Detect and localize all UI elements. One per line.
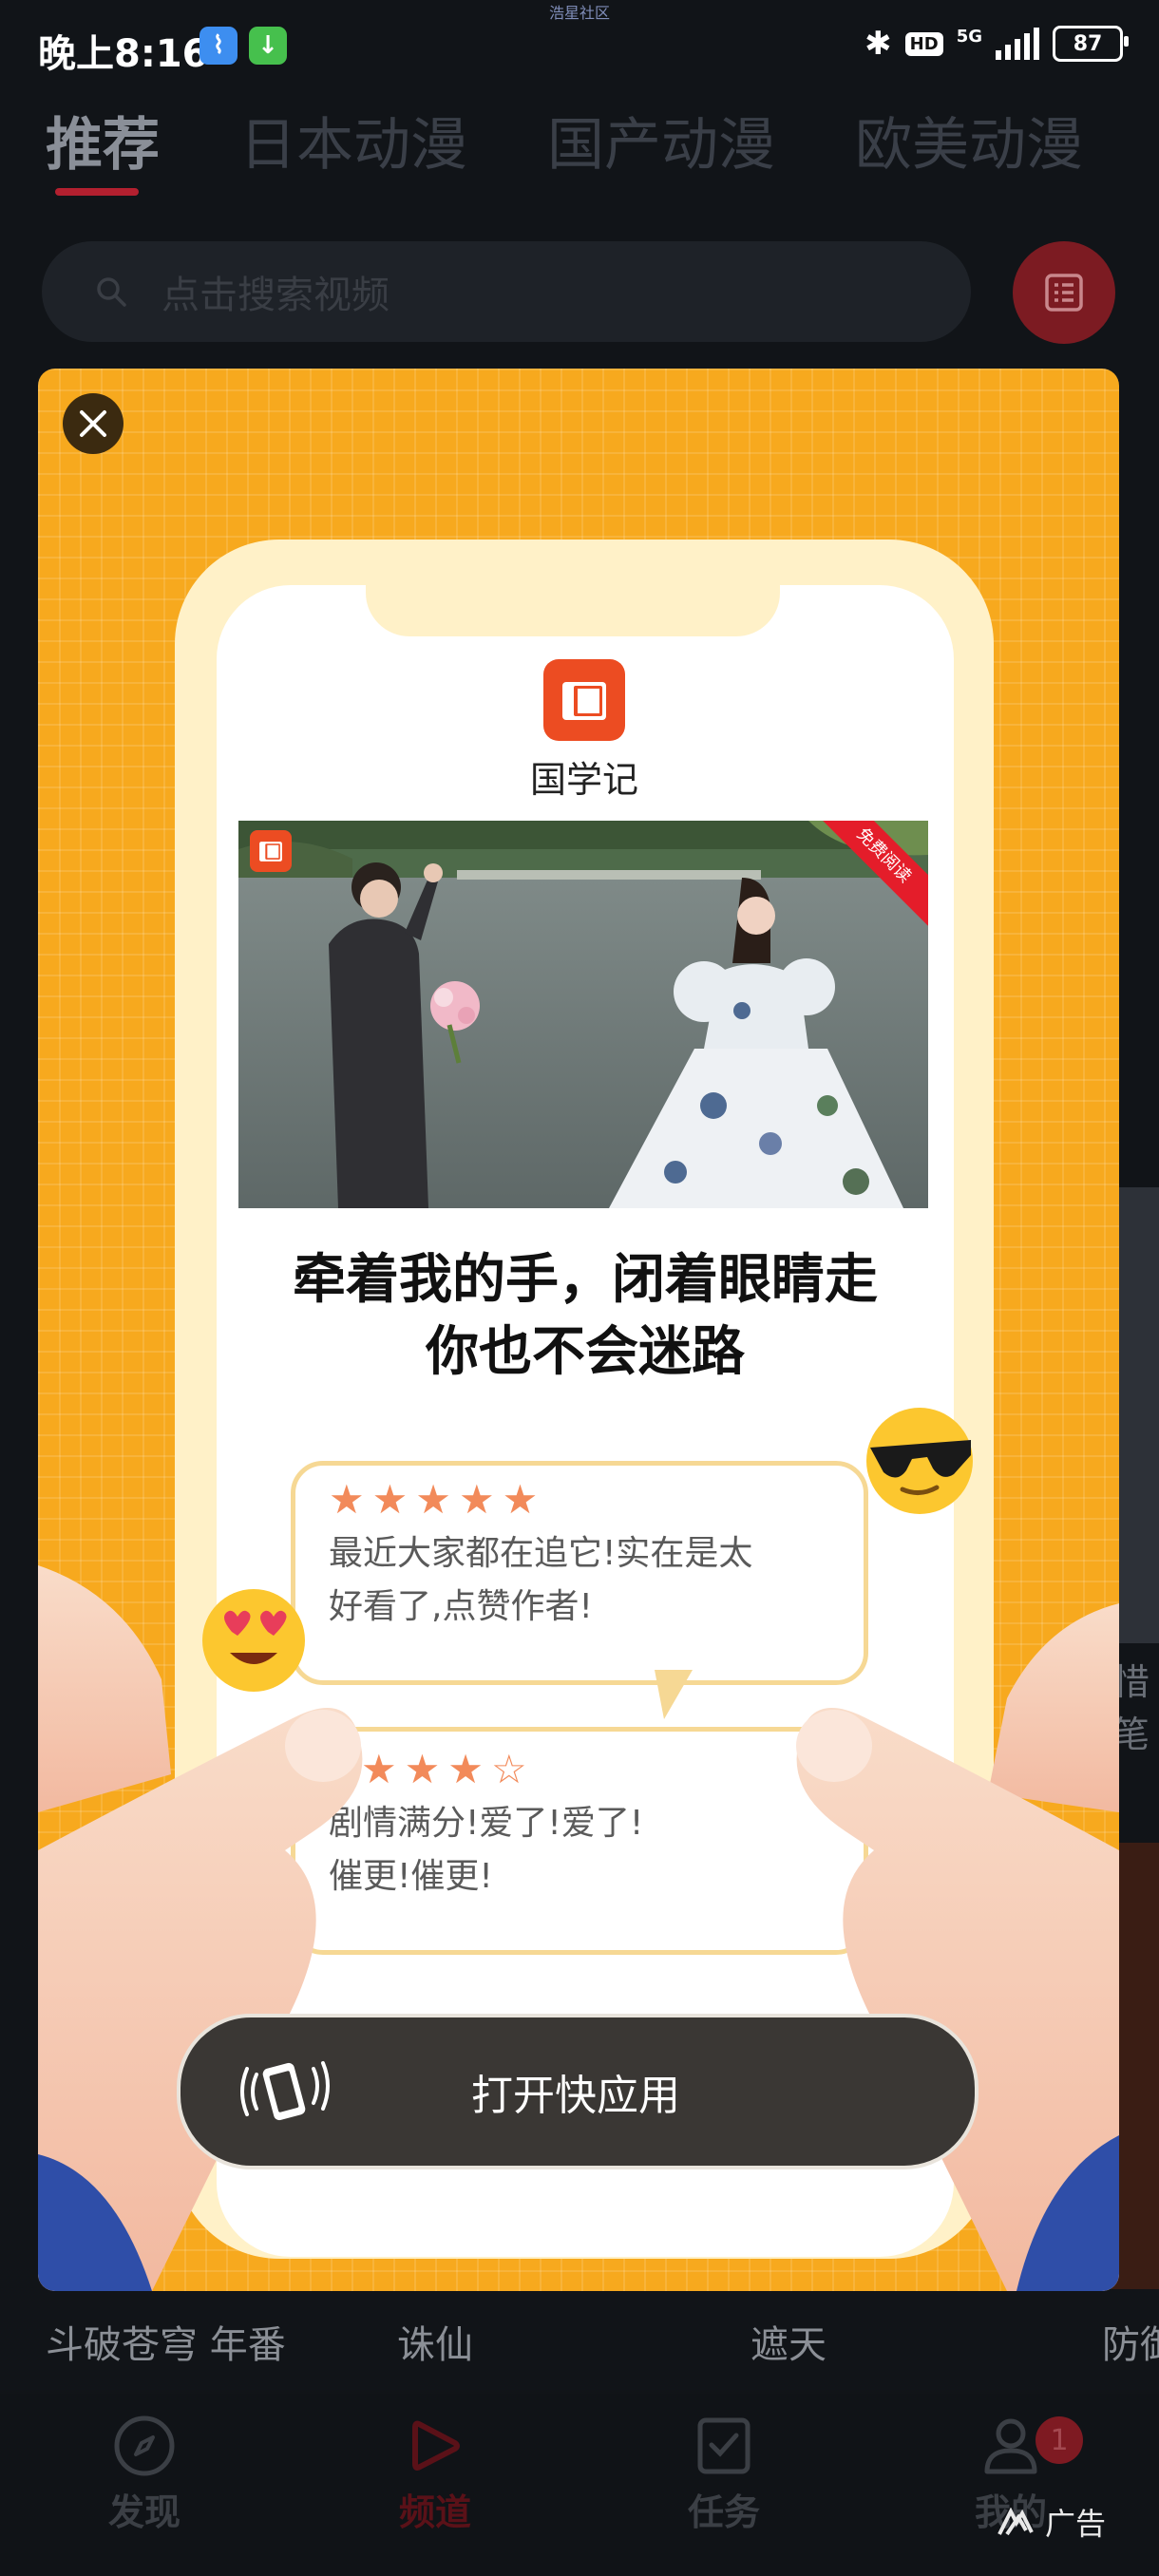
signal-icon xyxy=(996,28,1039,60)
hd-icon: HD xyxy=(904,31,943,56)
nav-channel[interactable]: 频道 xyxy=(359,2413,511,2535)
ad-app-name: 国学记 xyxy=(529,759,638,801)
task-icon xyxy=(697,2417,750,2474)
download-icon: ↓ xyxy=(249,27,287,65)
photo-app-logo-icon xyxy=(250,830,292,872)
nav-channel-label: 频道 xyxy=(398,2491,471,2533)
ad-photo: 免费阅读 xyxy=(238,821,928,1208)
video-title-3[interactable]: 遮天 xyxy=(750,2314,826,2369)
nav-tasks-label: 任务 xyxy=(687,2491,760,2533)
ad-headline-line1: 牵着我的手，闭着眼睛走 xyxy=(293,1249,878,1311)
tab-japanese-anime[interactable]: 日本动漫 xyxy=(239,99,467,181)
hands-illustration xyxy=(38,1565,1119,2291)
status-indicators: ✱ HD 5G 87 xyxy=(864,25,1129,63)
open-quick-app-button[interactable]: 打开快应用 xyxy=(177,2014,978,2169)
battery-level: 87 xyxy=(1073,31,1103,56)
bluetooth-icon: ✱ xyxy=(864,25,892,63)
nav-discover-label: 发现 xyxy=(107,2491,180,2533)
search-bar[interactable]: 点击搜索视频 xyxy=(42,241,971,342)
app-notification-icon: ⌇ xyxy=(200,27,238,65)
compass-icon xyxy=(114,2415,175,2476)
video-title-1[interactable]: 斗破苍穹 年番 xyxy=(46,2314,286,2369)
close-button[interactable] xyxy=(63,393,124,454)
app-logo-icon xyxy=(543,659,625,741)
status-top-label: 浩星社区 xyxy=(548,4,610,22)
list-icon xyxy=(1045,274,1083,312)
nav-discover[interactable]: 发现 xyxy=(68,2413,220,2535)
phone-notch xyxy=(366,570,780,636)
tab-chinese-anime[interactable]: 国产动漫 xyxy=(547,99,775,181)
battery-icon: 87 xyxy=(1053,26,1129,62)
tab-western-anime[interactable]: 欧美动漫 xyxy=(855,99,1083,181)
video-title-4[interactable]: 防御 xyxy=(1102,2314,1159,2369)
nav-tasks[interactable]: 任务 xyxy=(648,2413,800,2535)
network-type: 5G xyxy=(956,26,982,47)
category-list-button[interactable] xyxy=(1013,241,1115,344)
side-card-right-label: 惜笔 xyxy=(1113,1661,1150,1755)
tab-recommended[interactable]: 推荐 xyxy=(46,99,160,181)
ad-headline: 牵着我的手，闭着眼睛走 你也不会迷路 xyxy=(217,1244,954,1389)
sunglasses-emoji-icon xyxy=(866,1408,973,1514)
cta-label: 打开快应用 xyxy=(471,2072,680,2120)
user-icon xyxy=(984,2418,1037,2474)
search-placeholder: 点击搜索视频 xyxy=(162,274,390,317)
category-tabs: 推荐 日本动漫 国产动漫 欧美动漫 xyxy=(46,99,1083,181)
ad-modal[interactable]: 国学记 免费阅读 牵着我的手，闭着眼睛走 你也不会迷路 ★★★★★ 最近大家都在… xyxy=(38,369,1119,2291)
ad-label: 广告 xyxy=(998,2500,1106,2544)
play-icon xyxy=(412,2420,460,2471)
ad-label-text: 广告 xyxy=(1045,2506,1107,2542)
notification-badge: 1 xyxy=(1036,2416,1083,2464)
ad-headline-line2: 你也不会迷路 xyxy=(426,1321,745,1383)
video-title-2[interactable]: 诛仙 xyxy=(397,2314,473,2369)
active-tab-indicator xyxy=(55,188,139,196)
status-bar: 浩星社区 晚上8:16 ⌇ ↓ ✱ HD 5G 87 xyxy=(0,0,1159,95)
shake-phone-icon xyxy=(240,2061,330,2121)
review-1-stars: ★★★★★ xyxy=(329,1476,546,1523)
status-time: 晚上8:16 xyxy=(38,32,209,76)
close-icon xyxy=(80,410,106,437)
ad-logo-icon xyxy=(998,2508,1034,2536)
couple-photo-image xyxy=(238,821,928,1208)
search-icon xyxy=(97,277,126,307)
